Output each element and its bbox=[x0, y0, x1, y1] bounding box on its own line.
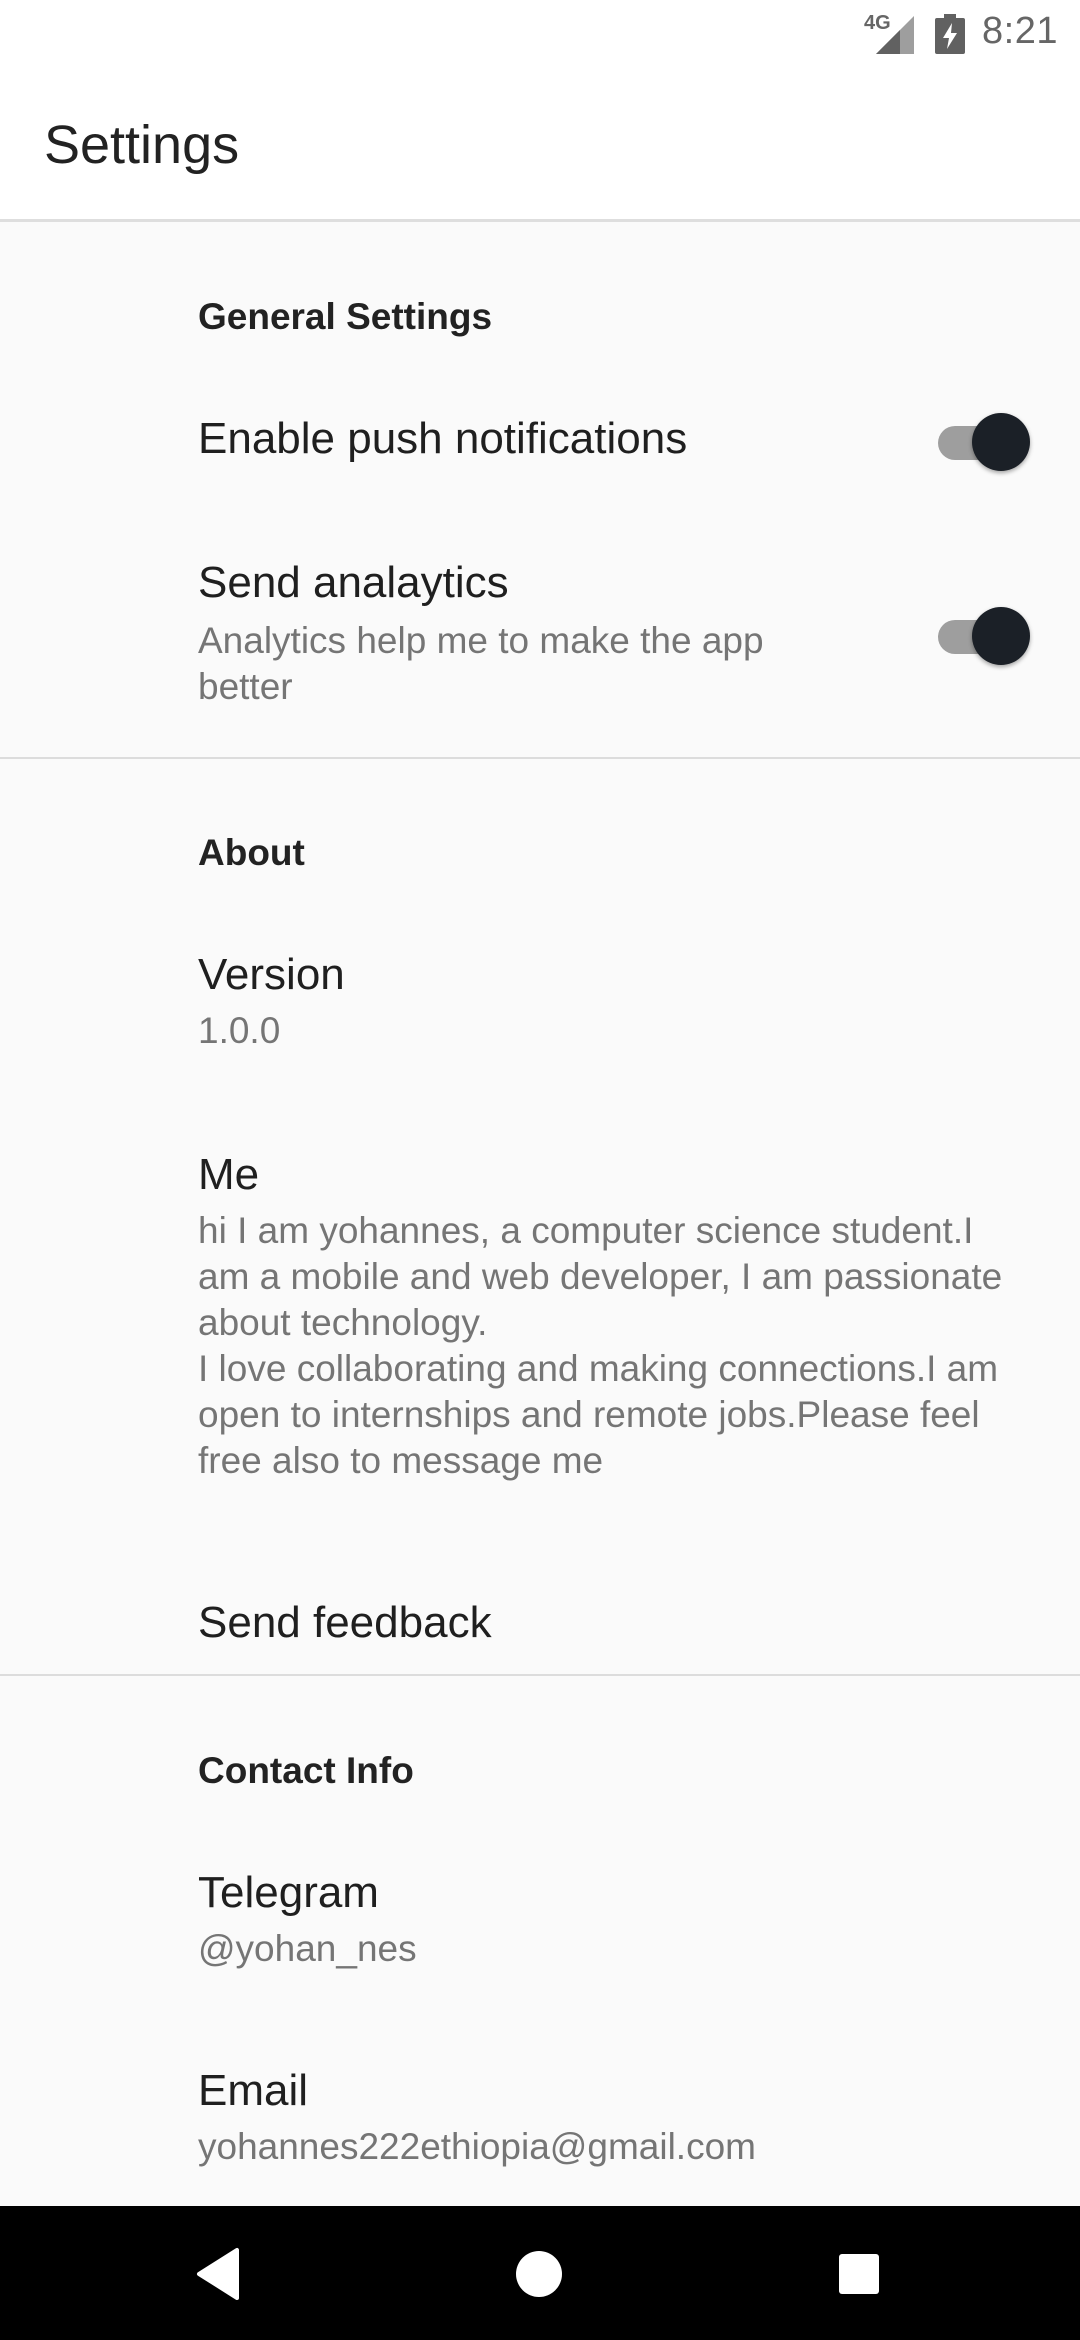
pref-analytics-title: Send analaytics bbox=[198, 558, 509, 607]
pref-email-title: Email bbox=[198, 2066, 309, 2115]
pref-version[interactable]: Version 1.0.0 bbox=[0, 922, 1080, 1082]
pref-telegram-title: Telegram bbox=[198, 1868, 379, 1917]
recents-icon[interactable] bbox=[827, 2242, 891, 2306]
send-analytics-toggle[interactable] bbox=[938, 604, 1030, 665]
section-divider bbox=[0, 757, 1080, 759]
push-notifications-toggle[interactable] bbox=[938, 410, 1030, 471]
pref-analytics-summary: Analytics help me to make the app better bbox=[198, 620, 764, 707]
pref-send-feedback[interactable]: Send feedback bbox=[0, 1552, 1080, 1682]
pref-version-title: Version bbox=[198, 950, 345, 999]
section-divider bbox=[0, 1674, 1080, 1676]
pref-push-notifications[interactable]: Enable push notifications bbox=[0, 374, 1080, 510]
pref-me[interactable]: Me hi I am yohannes, a computer science … bbox=[0, 1122, 1080, 1542]
pref-send-analytics[interactable]: Send analaytics Analytics help me to mak… bbox=[0, 522, 1080, 752]
battery-charging-icon bbox=[935, 14, 965, 54]
home-icon[interactable] bbox=[507, 2242, 571, 2306]
pref-email[interactable]: Email yohannes222ethiopia@gmail.com bbox=[0, 2042, 1080, 2206]
pref-email-summary: yohannes222ethiopia@gmail.com bbox=[198, 2126, 756, 2167]
settings-screen: 4G 8:21 Settings General Settings Enable… bbox=[0, 0, 1080, 2340]
section-header-about: About bbox=[198, 832, 305, 873]
status-bar: 4G 8:21 bbox=[0, 0, 1080, 66]
app-bar: Settings bbox=[0, 66, 1080, 222]
pref-me-title: Me bbox=[198, 1150, 260, 1199]
back-icon[interactable] bbox=[187, 2242, 251, 2306]
navigation-bar bbox=[0, 2206, 1080, 2340]
pref-feedback-title: Send feedback bbox=[198, 1598, 492, 1647]
clock: 8:21 bbox=[982, 10, 1058, 52]
preferences-list[interactable]: General Settings Enable push notificatio… bbox=[0, 222, 1080, 2206]
pref-telegram-summary: @yohan_nes bbox=[198, 1928, 417, 1969]
pref-version-summary: 1.0.0 bbox=[198, 1010, 281, 1051]
section-header-contact: Contact Info bbox=[198, 1750, 414, 1791]
pref-me-summary-line: I love collaborating and making connecti… bbox=[198, 1348, 999, 1481]
pref-push-title: Enable push notifications bbox=[198, 414, 688, 463]
toggle-thumb bbox=[972, 607, 1030, 665]
pref-telegram[interactable]: Telegram @yohan_nes bbox=[0, 1842, 1080, 2012]
signal-icon bbox=[876, 16, 914, 54]
toggle-thumb bbox=[972, 413, 1030, 471]
pref-me-summary-line: hi I am yohannes, a computer science stu… bbox=[198, 1210, 1003, 1343]
section-header-general: General Settings bbox=[198, 296, 493, 337]
page-title: Settings bbox=[44, 115, 240, 175]
pref-me-summary: hi I am yohannes, a computer science stu… bbox=[198, 1208, 1028, 1484]
